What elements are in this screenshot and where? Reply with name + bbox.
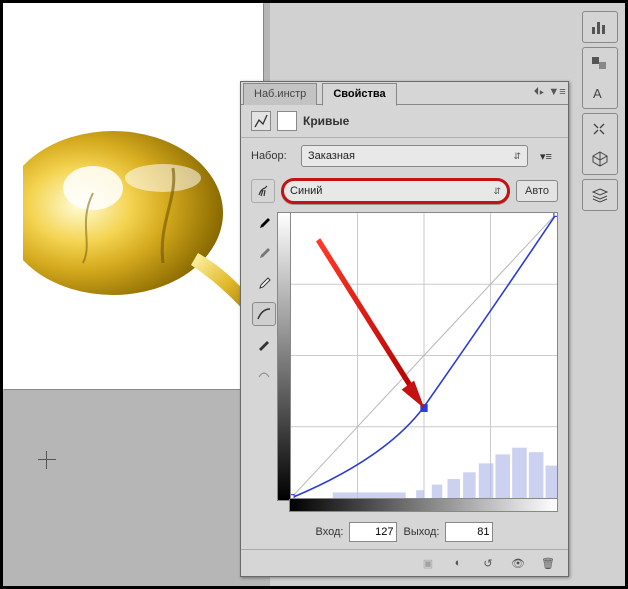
layers-panel-icon[interactable] xyxy=(588,184,612,206)
targeted-adjustment-icon[interactable] xyxy=(251,179,275,203)
properties-panel: Наб.инстр Свойства ⏴▸ ▼≡ Кривые Набор: З… xyxy=(240,81,569,577)
preset-menu-icon[interactable]: ▾≡ xyxy=(534,144,558,168)
channel-value: Синий xyxy=(290,185,322,197)
adjustment-icon[interactable] xyxy=(251,111,271,131)
tab-properties[interactable]: Свойства xyxy=(322,83,396,106)
canvas-background xyxy=(3,3,270,586)
3d-panel-icon[interactable] xyxy=(588,148,612,170)
auto-button[interactable]: Авто xyxy=(516,180,558,202)
preset-value: Заказная xyxy=(308,150,355,162)
svg-text:A: A xyxy=(593,86,602,101)
input-ramp xyxy=(289,499,558,512)
color-panel-icon[interactable] xyxy=(588,52,612,74)
tools-panel-icon[interactable] xyxy=(588,118,612,140)
output-ramp xyxy=(277,212,290,501)
channel-select[interactable]: Синий ⇵ xyxy=(281,178,510,204)
character-panel-icon[interactable]: A xyxy=(588,82,612,104)
spoon-image xyxy=(23,123,253,313)
visibility-icon[interactable]: 👁 xyxy=(508,553,528,573)
histogram-panel-icon[interactable] xyxy=(588,16,612,38)
curves-graph[interactable] xyxy=(290,212,558,499)
eyedropper-white-icon[interactable] xyxy=(252,272,276,296)
input-label: Вход: xyxy=(316,526,344,538)
curve-point-tool-icon[interactable] xyxy=(252,302,276,326)
chevron-down-icon: ⇵ xyxy=(513,151,521,162)
mask-icon[interactable] xyxy=(277,111,297,131)
smooth-tool-icon[interactable] xyxy=(252,362,276,386)
pencil-tool-icon[interactable] xyxy=(252,332,276,356)
input-value-field[interactable] xyxy=(349,522,397,542)
tab-tool-presets[interactable]: Наб.инстр xyxy=(243,83,317,105)
panel-title: Кривые xyxy=(303,114,349,128)
output-value-field[interactable] xyxy=(445,522,493,542)
eyedropper-gray-icon[interactable] xyxy=(252,242,276,266)
panel-menu-icon[interactable]: ▼≡ xyxy=(550,85,564,99)
crosshair-icon xyxy=(38,451,56,469)
right-toolbar: A xyxy=(579,7,621,582)
view-previous-icon[interactable]: ◐ xyxy=(448,553,468,573)
clip-to-layer-icon[interactable]: ▣ xyxy=(418,553,438,573)
panel-footer: ▣ ◐ ↺ 👁 🗑 xyxy=(241,549,568,576)
output-label: Выход: xyxy=(403,526,439,538)
reset-icon[interactable]: ↺ xyxy=(478,553,498,573)
panel-tabs: Наб.инстр Свойства ⏴▸ ▼≡ xyxy=(241,82,568,105)
preset-select[interactable]: Заказная ⇵ xyxy=(301,145,528,167)
preset-label: Набор: xyxy=(251,150,295,162)
eyedropper-black-icon[interactable] xyxy=(252,212,276,236)
chevron-down-icon: ⇵ xyxy=(493,186,501,197)
panel-collapse-icon[interactable]: ⏴▸ xyxy=(532,85,546,99)
trash-icon[interactable]: 🗑 xyxy=(538,553,558,573)
document-canvas[interactable] xyxy=(3,3,263,389)
curves-tool-column xyxy=(251,212,277,512)
